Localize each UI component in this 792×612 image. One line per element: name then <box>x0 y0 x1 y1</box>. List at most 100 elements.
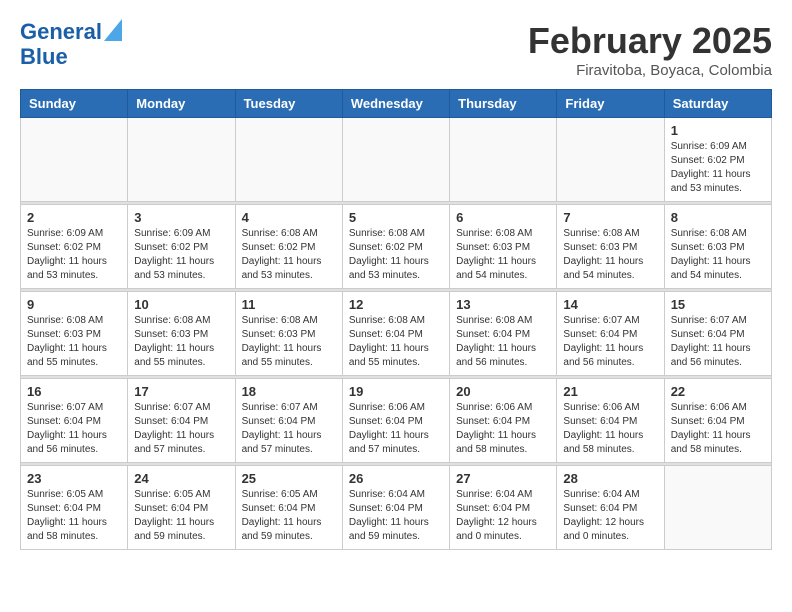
calendar-cell: 9 Sunrise: 6:08 AM Sunset: 6:03 PM Daylig… <box>21 292 128 376</box>
calendar-table: SundayMondayTuesdayWednesdayThursdayFrid… <box>20 89 772 550</box>
weekday-header-row: SundayMondayTuesdayWednesdayThursdayFrid… <box>21 90 772 118</box>
calendar-cell: 15 Sunrise: 6:07 AM Sunset: 6:04 PM Dayli… <box>664 292 771 376</box>
week-row-2: 2 Sunrise: 6:09 AM Sunset: 6:02 PM Daylig… <box>21 205 772 289</box>
day-number: 14 <box>563 297 657 312</box>
location: Firavitoba, Boyaca, Colombia <box>528 62 772 79</box>
calendar-cell: 12Sunrise: 6:08 AM Sunset: 6:04 PM Dayli… <box>342 292 449 376</box>
day-number: 21 <box>563 384 657 399</box>
calendar-cell: 25 Sunrise: 6:05 AM Sunset: 6:04 PM Dayli… <box>235 466 342 550</box>
day-info: Sunrise: 6:07 AM Sunset: 6:04 PM Dayligh… <box>671 314 765 370</box>
day-number: 28 <box>563 471 657 486</box>
week-row-5: 23 Sunrise: 6:05 AM Sunset: 6:04 PM Dayli… <box>21 466 772 550</box>
weekday-sunday: Sunday <box>21 90 128 118</box>
day-number: 15 <box>671 297 765 312</box>
day-info: Sunrise: 6:08 AM Sunset: 6:02 PM Dayligh… <box>349 227 443 283</box>
day-number: 17 <box>134 384 228 399</box>
week-row-3: 9 Sunrise: 6:08 AM Sunset: 6:03 PM Daylig… <box>21 292 772 376</box>
day-info: Sunrise: 6:06 AM Sunset: 6:04 PM Dayligh… <box>563 401 657 457</box>
calendar-cell: 13 Sunrise: 6:08 AM Sunset: 6:04 PM Dayli… <box>450 292 557 376</box>
day-info: Sunrise: 6:09 AM Sunset: 6:02 PM Dayligh… <box>27 227 121 283</box>
day-info: Sunrise: 6:09 AM Sunset: 6:02 PM Dayligh… <box>671 140 765 196</box>
logo-text: General <box>20 20 102 44</box>
day-info: Sunrise: 6:08 AM Sunset: 6:03 PM Dayligh… <box>242 314 336 370</box>
day-number: 3 <box>134 210 228 225</box>
calendar-cell: 18 Sunrise: 6:07 AM Sunset: 6:04 PM Dayli… <box>235 379 342 463</box>
day-info: Sunrise: 6:08 AM Sunset: 6:04 PM Dayligh… <box>456 314 550 370</box>
calendar-cell: 1 Sunrise: 6:09 AM Sunset: 6:02 PM Daylig… <box>664 118 771 202</box>
page-header: General Blue February 2025 Firavitoba, B… <box>20 20 772 79</box>
calendar-cell: 2 Sunrise: 6:09 AM Sunset: 6:02 PM Daylig… <box>21 205 128 289</box>
calendar-cell: 17 Sunrise: 6:07 AM Sunset: 6:04 PM Dayli… <box>128 379 235 463</box>
week-row-4: 16 Sunrise: 6:07 AM Sunset: 6:04 PM Dayli… <box>21 379 772 463</box>
day-info: Sunrise: 6:08 AM Sunset: 6:02 PM Dayligh… <box>242 227 336 283</box>
day-info: Sunrise: 6:08 AM Sunset: 6:03 PM Dayligh… <box>563 227 657 283</box>
day-number: 10 <box>134 297 228 312</box>
day-info: Sunrise: 6:09 AM Sunset: 6:02 PM Dayligh… <box>134 227 228 283</box>
calendar-cell: 24 Sunrise: 6:05 AM Sunset: 6:04 PM Dayli… <box>128 466 235 550</box>
day-number: 6 <box>456 210 550 225</box>
day-info: Sunrise: 6:06 AM Sunset: 6:04 PM Dayligh… <box>349 401 443 457</box>
day-number: 12 <box>349 297 443 312</box>
month-title: February 2025 <box>528 20 772 62</box>
calendar-cell: 23 Sunrise: 6:05 AM Sunset: 6:04 PM Dayli… <box>21 466 128 550</box>
calendar-cell: 20Sunrise: 6:06 AM Sunset: 6:04 PM Dayli… <box>450 379 557 463</box>
weekday-friday: Friday <box>557 90 664 118</box>
day-info: Sunrise: 6:08 AM Sunset: 6:03 PM Dayligh… <box>456 227 550 283</box>
day-info: Sunrise: 6:05 AM Sunset: 6:04 PM Dayligh… <box>27 488 121 544</box>
weekday-wednesday: Wednesday <box>342 90 449 118</box>
day-info: Sunrise: 6:07 AM Sunset: 6:04 PM Dayligh… <box>242 401 336 457</box>
calendar-cell: 21 Sunrise: 6:06 AM Sunset: 6:04 PM Dayli… <box>557 379 664 463</box>
calendar-cell: 14 Sunrise: 6:07 AM Sunset: 6:04 PM Dayli… <box>557 292 664 376</box>
day-info: Sunrise: 6:04 AM Sunset: 6:04 PM Dayligh… <box>349 488 443 544</box>
day-info: Sunrise: 6:04 AM Sunset: 6:04 PM Dayligh… <box>456 488 550 544</box>
calendar-cell <box>235 118 342 202</box>
week-row-1: 1 Sunrise: 6:09 AM Sunset: 6:02 PM Daylig… <box>21 118 772 202</box>
logo: General Blue <box>20 20 122 70</box>
calendar-body: 1 Sunrise: 6:09 AM Sunset: 6:02 PM Daylig… <box>21 118 772 550</box>
day-info: Sunrise: 6:08 AM Sunset: 6:03 PM Dayligh… <box>671 227 765 283</box>
day-number: 4 <box>242 210 336 225</box>
day-number: 23 <box>27 471 121 486</box>
calendar-cell <box>342 118 449 202</box>
day-number: 18 <box>242 384 336 399</box>
day-number: 5 <box>349 210 443 225</box>
day-info: Sunrise: 6:08 AM Sunset: 6:03 PM Dayligh… <box>134 314 228 370</box>
calendar-cell: 28 Sunrise: 6:04 AM Sunset: 6:04 PM Dayli… <box>557 466 664 550</box>
calendar-cell: 11 Sunrise: 6:08 AM Sunset: 6:03 PM Dayli… <box>235 292 342 376</box>
weekday-tuesday: Tuesday <box>235 90 342 118</box>
calendar-cell: 7 Sunrise: 6:08 AM Sunset: 6:03 PM Daylig… <box>557 205 664 289</box>
calendar-cell: 4 Sunrise: 6:08 AM Sunset: 6:02 PM Daylig… <box>235 205 342 289</box>
calendar-cell <box>664 466 771 550</box>
calendar-cell: 19Sunrise: 6:06 AM Sunset: 6:04 PM Dayli… <box>342 379 449 463</box>
weekday-saturday: Saturday <box>664 90 771 118</box>
day-info: Sunrise: 6:05 AM Sunset: 6:04 PM Dayligh… <box>134 488 228 544</box>
day-number: 11 <box>242 297 336 312</box>
calendar-cell <box>450 118 557 202</box>
calendar-cell: 3 Sunrise: 6:09 AM Sunset: 6:02 PM Daylig… <box>128 205 235 289</box>
day-number: 24 <box>134 471 228 486</box>
day-info: Sunrise: 6:05 AM Sunset: 6:04 PM Dayligh… <box>242 488 336 544</box>
calendar-cell: 16Sunrise: 6:07 AM Sunset: 6:04 PM Dayli… <box>21 379 128 463</box>
calendar-cell: 10 Sunrise: 6:08 AM Sunset: 6:03 PM Dayli… <box>128 292 235 376</box>
logo-blue: Blue <box>20 44 68 70</box>
day-info: Sunrise: 6:07 AM Sunset: 6:04 PM Dayligh… <box>134 401 228 457</box>
day-info: Sunrise: 6:06 AM Sunset: 6:04 PM Dayligh… <box>456 401 550 457</box>
day-number: 7 <box>563 210 657 225</box>
day-info: Sunrise: 6:07 AM Sunset: 6:04 PM Dayligh… <box>563 314 657 370</box>
day-info: Sunrise: 6:04 AM Sunset: 6:04 PM Dayligh… <box>563 488 657 544</box>
day-number: 16 <box>27 384 121 399</box>
day-number: 2 <box>27 210 121 225</box>
logo-icon <box>104 19 122 41</box>
day-info: Sunrise: 6:06 AM Sunset: 6:04 PM Dayligh… <box>671 401 765 457</box>
day-number: 1 <box>671 123 765 138</box>
calendar-cell: 5 Sunrise: 6:08 AM Sunset: 6:02 PM Daylig… <box>342 205 449 289</box>
calendar-cell <box>128 118 235 202</box>
day-number: 13 <box>456 297 550 312</box>
calendar-cell <box>21 118 128 202</box>
day-info: Sunrise: 6:08 AM Sunset: 6:03 PM Dayligh… <box>27 314 121 370</box>
weekday-monday: Monday <box>128 90 235 118</box>
calendar-cell: 22 Sunrise: 6:06 AM Sunset: 6:04 PM Dayli… <box>664 379 771 463</box>
day-number: 25 <box>242 471 336 486</box>
day-number: 9 <box>27 297 121 312</box>
day-number: 22 <box>671 384 765 399</box>
